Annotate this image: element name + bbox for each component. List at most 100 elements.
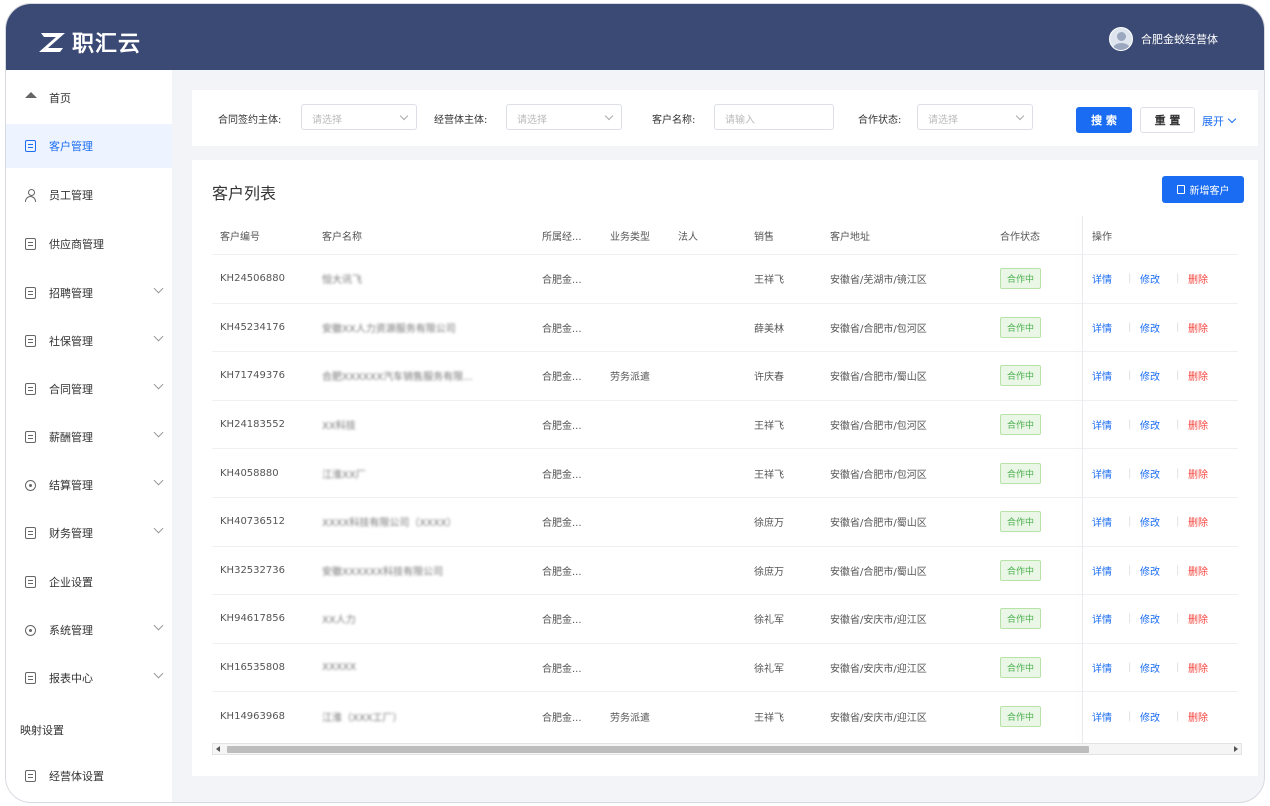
- action-separator: |: [1128, 516, 1132, 528]
- sidebar-item-enterprise-settings[interactable]: 企业设置: [6, 560, 172, 604]
- search-button[interactable]: 搜 索: [1076, 107, 1132, 133]
- delete-link[interactable]: 删除: [1188, 401, 1208, 449]
- customer-code-cell: KH94617856: [220, 613, 285, 625]
- column-header[interactable]: 所属经...: [542, 216, 582, 254]
- add-customer-button[interactable]: 新增客户: [1162, 176, 1244, 203]
- edit-link[interactable]: 修改: [1140, 644, 1160, 692]
- delete-link[interactable]: 删除: [1188, 449, 1208, 497]
- sales-cell: 王祥飞: [754, 275, 784, 287]
- scrollbar-thumb[interactable]: [227, 746, 1089, 753]
- column-header[interactable]: 客户编号: [220, 216, 260, 254]
- scroll-right-icon[interactable]: [1234, 746, 1238, 752]
- contract-entity-select[interactable]: 请选择: [301, 104, 417, 130]
- column-header[interactable]: 客户名称: [322, 216, 362, 254]
- sidebar-item-finance[interactable]: 财务管理: [6, 511, 172, 555]
- detail-link[interactable]: 详情: [1092, 498, 1112, 546]
- edit-link[interactable]: 修改: [1140, 255, 1160, 303]
- detail-link[interactable]: 详情: [1092, 692, 1112, 740]
- delete-link[interactable]: 删除: [1188, 304, 1208, 352]
- column-header[interactable]: 客户地址: [830, 216, 870, 254]
- detail-link[interactable]: 详情: [1092, 449, 1112, 497]
- expand-toggle[interactable]: 展开: [1202, 113, 1237, 129]
- scroll-left-icon[interactable]: [216, 746, 220, 752]
- sidebar-item-social-insurance[interactable]: 社保管理: [6, 319, 172, 363]
- delete-link[interactable]: 删除: [1188, 644, 1208, 692]
- table-row: KH4058880 江淮XX厂 合肥金... 王祥飞 安徽省/合肥市/包河区 合作中 详情 |…: [212, 448, 1238, 497]
- edit-link[interactable]: 修改: [1140, 595, 1160, 643]
- action-separator: |: [1128, 419, 1132, 431]
- action-separator: |: [1176, 613, 1180, 625]
- column-header[interactable]: 合作状态: [1000, 216, 1040, 254]
- detail-link[interactable]: 详情: [1092, 401, 1112, 449]
- sidebar-item-customers[interactable]: 客户管理: [6, 124, 172, 168]
- action-separator: |: [1176, 662, 1180, 674]
- sidebar-item-recruitment[interactable]: 招聘管理: [6, 271, 172, 315]
- delete-link[interactable]: 删除: [1188, 498, 1208, 546]
- customer-name-input[interactable]: 请输入: [714, 104, 834, 130]
- owner-cell: 合肥金...: [542, 712, 582, 724]
- customer-code-cell: KH45234176: [220, 321, 285, 333]
- sidebar-item-contracts[interactable]: 合同管理: [6, 367, 172, 411]
- chevron-down-icon: [153, 283, 164, 294]
- customer-name-label: 客户名称:: [652, 115, 696, 126]
- contract-icon: [24, 383, 37, 396]
- action-separator: |: [1128, 321, 1132, 333]
- sidebar-item-suppliers[interactable]: 供应商管理: [6, 222, 172, 266]
- edit-link[interactable]: 修改: [1140, 304, 1160, 352]
- action-separator: |: [1128, 662, 1132, 674]
- column-header[interactable]: 业务类型: [610, 216, 650, 254]
- edit-link[interactable]: 修改: [1140, 547, 1160, 595]
- column-header[interactable]: 销售: [754, 216, 774, 254]
- status-badge: 合作中: [1000, 559, 1042, 581]
- horizontal-scrollbar[interactable]: [212, 743, 1242, 755]
- sidebar-item-system[interactable]: 系统管理: [6, 608, 172, 652]
- sidebar-item-reports[interactable]: 报表中心: [6, 656, 172, 700]
- owner-cell: 合肥金...: [542, 566, 582, 578]
- delete-link[interactable]: 删除: [1188, 547, 1208, 595]
- delete-link[interactable]: 删除: [1188, 255, 1208, 303]
- detail-link[interactable]: 详情: [1092, 255, 1112, 303]
- sidebar-item-home[interactable]: 首页: [6, 76, 172, 120]
- business-entity-select[interactable]: 请选择: [506, 104, 622, 130]
- delete-link[interactable]: 删除: [1188, 352, 1208, 400]
- edit-link[interactable]: 修改: [1140, 352, 1160, 400]
- sidebar-item-business-entity-settings[interactable]: 经营体设置: [6, 754, 172, 798]
- status-select[interactable]: 请选择: [917, 104, 1033, 130]
- enterprise-icon: [24, 576, 37, 589]
- sales-cell: 王祥飞: [754, 469, 784, 481]
- status-badge: 合作中: [1000, 657, 1042, 679]
- column-header[interactable]: 操作: [1092, 216, 1112, 254]
- edit-link[interactable]: 修改: [1140, 692, 1160, 740]
- reset-button[interactable]: 重 置: [1140, 107, 1195, 133]
- delete-link[interactable]: 删除: [1188, 595, 1208, 643]
- card-title: 客户列表: [212, 184, 277, 203]
- expand-label: 展开: [1202, 115, 1224, 128]
- add-customer-label: 新增客户: [1189, 186, 1230, 197]
- action-separator: |: [1128, 273, 1132, 285]
- detail-link[interactable]: 详情: [1092, 547, 1112, 595]
- select-placeholder: 请选择: [517, 115, 547, 126]
- sidebar-item-label: 系统管理: [49, 624, 93, 637]
- user-name: 合肥金蛟经营体: [1141, 33, 1218, 46]
- action-separator: |: [1176, 564, 1180, 576]
- status-badge: 合作中: [1000, 414, 1042, 436]
- column-header[interactable]: 法人: [678, 216, 698, 254]
- sidebar: 首页 客户管理 员工管理 供应商管理 招聘管理 社保管理 合同管理 薪酬管理 结…: [6, 70, 172, 802]
- address-cell: 安徽省/合肥市/蜀山区: [830, 372, 927, 384]
- edit-link[interactable]: 修改: [1140, 449, 1160, 497]
- brand-logo[interactable]: 职汇云: [38, 26, 141, 58]
- edit-link[interactable]: 修改: [1140, 401, 1160, 449]
- user-menu[interactable]: 合肥金蛟经营体: [1109, 27, 1218, 51]
- sidebar-item-employees[interactable]: 员工管理: [6, 173, 172, 217]
- action-separator: |: [1176, 516, 1180, 528]
- delete-link[interactable]: 删除: [1188, 692, 1208, 740]
- sidebar-item-salary[interactable]: 薪酬管理: [6, 415, 172, 459]
- action-separator: |: [1128, 710, 1132, 722]
- sidebar-item-settlement[interactable]: 结算管理: [6, 463, 172, 507]
- edit-link[interactable]: 修改: [1140, 498, 1160, 546]
- detail-link[interactable]: 详情: [1092, 304, 1112, 352]
- detail-link[interactable]: 详情: [1092, 644, 1112, 692]
- detail-link[interactable]: 详情: [1092, 595, 1112, 643]
- action-separator: |: [1176, 321, 1180, 333]
- detail-link[interactable]: 详情: [1092, 352, 1112, 400]
